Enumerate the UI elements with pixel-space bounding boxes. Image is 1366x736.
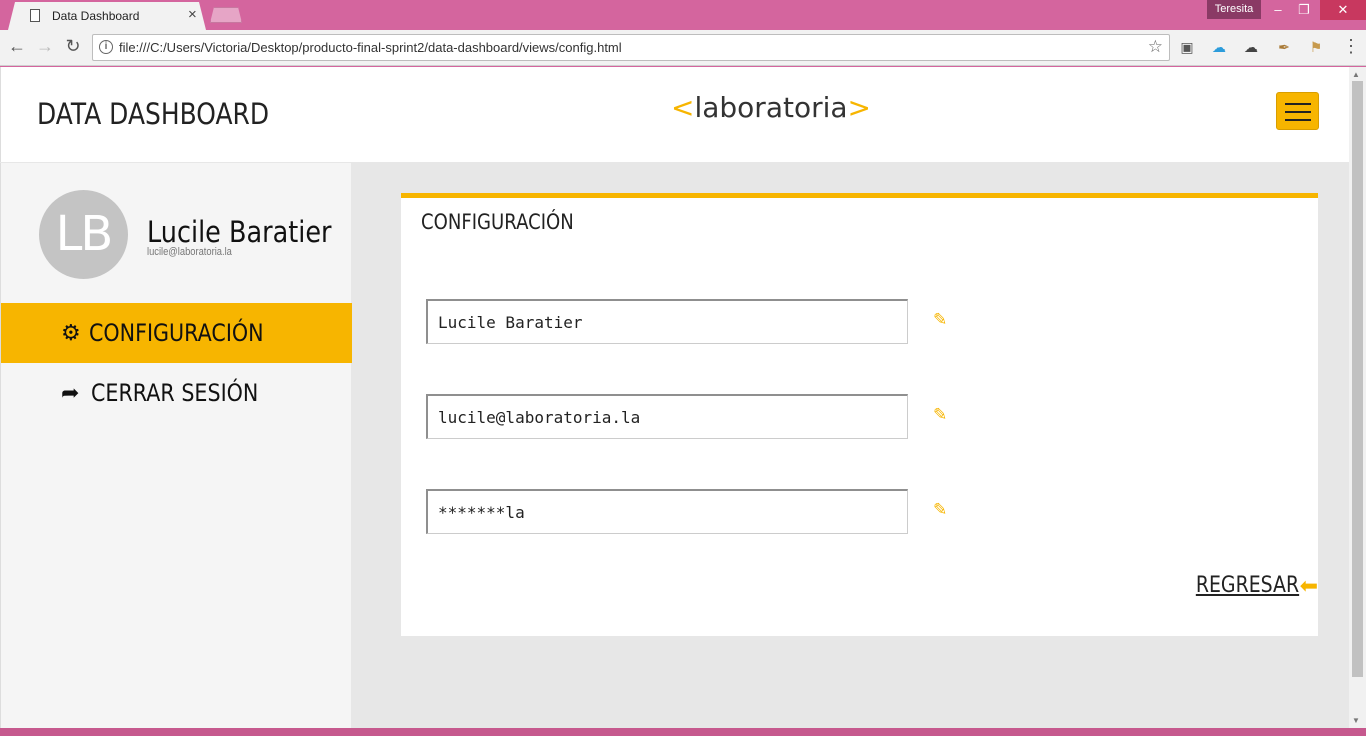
close-window-icon[interactable]: ✕ [1320, 0, 1366, 20]
bookmark-star-icon[interactable]: ☆ [1148, 37, 1163, 57]
back-link[interactable]: REGRESAR ⬅ [1179, 573, 1318, 599]
name-field[interactable] [426, 299, 908, 344]
laboratoria-logo: <laboratoria> [671, 91, 872, 124]
scroll-down-icon[interactable]: ▼ [1352, 716, 1360, 725]
avatar: LB [39, 190, 128, 279]
back-icon[interactable]: ← [6, 36, 28, 57]
user-name: Lucile Baratier [147, 215, 332, 249]
page-icon [30, 9, 40, 22]
config-card: CONFIGURACIÓN ✎ ✎ ✎ REGRESAR ⬅ [401, 193, 1318, 636]
browser-toolbar: ← → ↻ i file:///C:/Users/Victoria/Deskto… [0, 30, 1366, 66]
card-title: CONFIGURACIÓN [421, 210, 574, 234]
forward-icon[interactable]: → [34, 36, 56, 57]
edit-pencil-icon[interactable]: ✎ [933, 405, 947, 425]
browser-tab[interactable]: Data Dashboard × [8, 2, 206, 30]
sidebar-item-label: CONFIGURACIÓN [89, 319, 264, 347]
address-bar[interactable]: i file:///C:/Users/Victoria/Desktop/prod… [92, 34, 1170, 61]
extension-dark-cloud-icon[interactable]: ☁ [1242, 38, 1260, 56]
edit-pencil-icon[interactable]: ✎ [933, 310, 947, 330]
scrollbar[interactable]: ▲ ▼ [1349, 67, 1366, 728]
new-tab-button[interactable] [210, 7, 242, 23]
arrow-left-icon: ⬅ [1299, 573, 1318, 598]
extension-tool-icon[interactable]: ⚑ [1307, 38, 1325, 56]
extension-cloud-icon[interactable]: ☁ [1210, 38, 1228, 56]
sign-out-icon: ➦ [61, 380, 80, 405]
restore-icon[interactable]: ❐ [1292, 0, 1316, 20]
hamburger-menu-button[interactable] [1276, 92, 1319, 130]
tab-close-icon[interactable]: × [188, 6, 197, 23]
browser-menu-icon[interactable]: ⋮ [1342, 36, 1360, 57]
sidebar-item-configuracion[interactable]: ⚙ CONFIGURACIÓN [1, 303, 352, 363]
url-text[interactable]: file:///C:/Users/Victoria/Desktop/produc… [119, 40, 622, 55]
sidebar-item-cerrar-sesion[interactable]: ➦ CERRAR SESIÓN [1, 363, 352, 423]
minimize-icon[interactable]: – [1266, 0, 1290, 20]
gear-icon: ⚙ [61, 320, 81, 345]
sidebar-item-label: CERRAR SESIÓN [91, 379, 259, 407]
profile-button[interactable]: Teresita [1207, 0, 1261, 19]
email-field[interactable] [426, 394, 908, 439]
app-title: DATA DASHBOARD [37, 97, 270, 131]
scroll-up-icon[interactable]: ▲ [1352, 70, 1360, 79]
back-link-label: REGRESAR [1196, 573, 1300, 598]
scroll-thumb[interactable] [1352, 81, 1363, 677]
page-viewport: DATA DASHBOARD <laboratoria> LB Lucile B… [0, 67, 1349, 728]
tab-title: Data Dashboard [52, 9, 140, 23]
user-email: lucile@laboratoria.la [147, 246, 232, 258]
extension-eyedropper-icon[interactable]: ✒ [1275, 38, 1293, 56]
info-icon[interactable]: i [99, 40, 113, 54]
password-field[interactable] [426, 489, 908, 534]
sidebar: LB Lucile Baratier lucile@laboratoria.la… [0, 163, 352, 728]
edit-pencil-icon[interactable]: ✎ [933, 500, 947, 520]
page-header: DATA DASHBOARD <laboratoria> [0, 67, 1349, 162]
extension-screenshot-icon[interactable]: ▣ [1178, 38, 1196, 56]
tab-strip: Data Dashboard × Teresita – ❐ ✕ [0, 0, 1366, 30]
reload-icon[interactable]: ↻ [62, 36, 84, 57]
taskbar [0, 728, 1366, 736]
